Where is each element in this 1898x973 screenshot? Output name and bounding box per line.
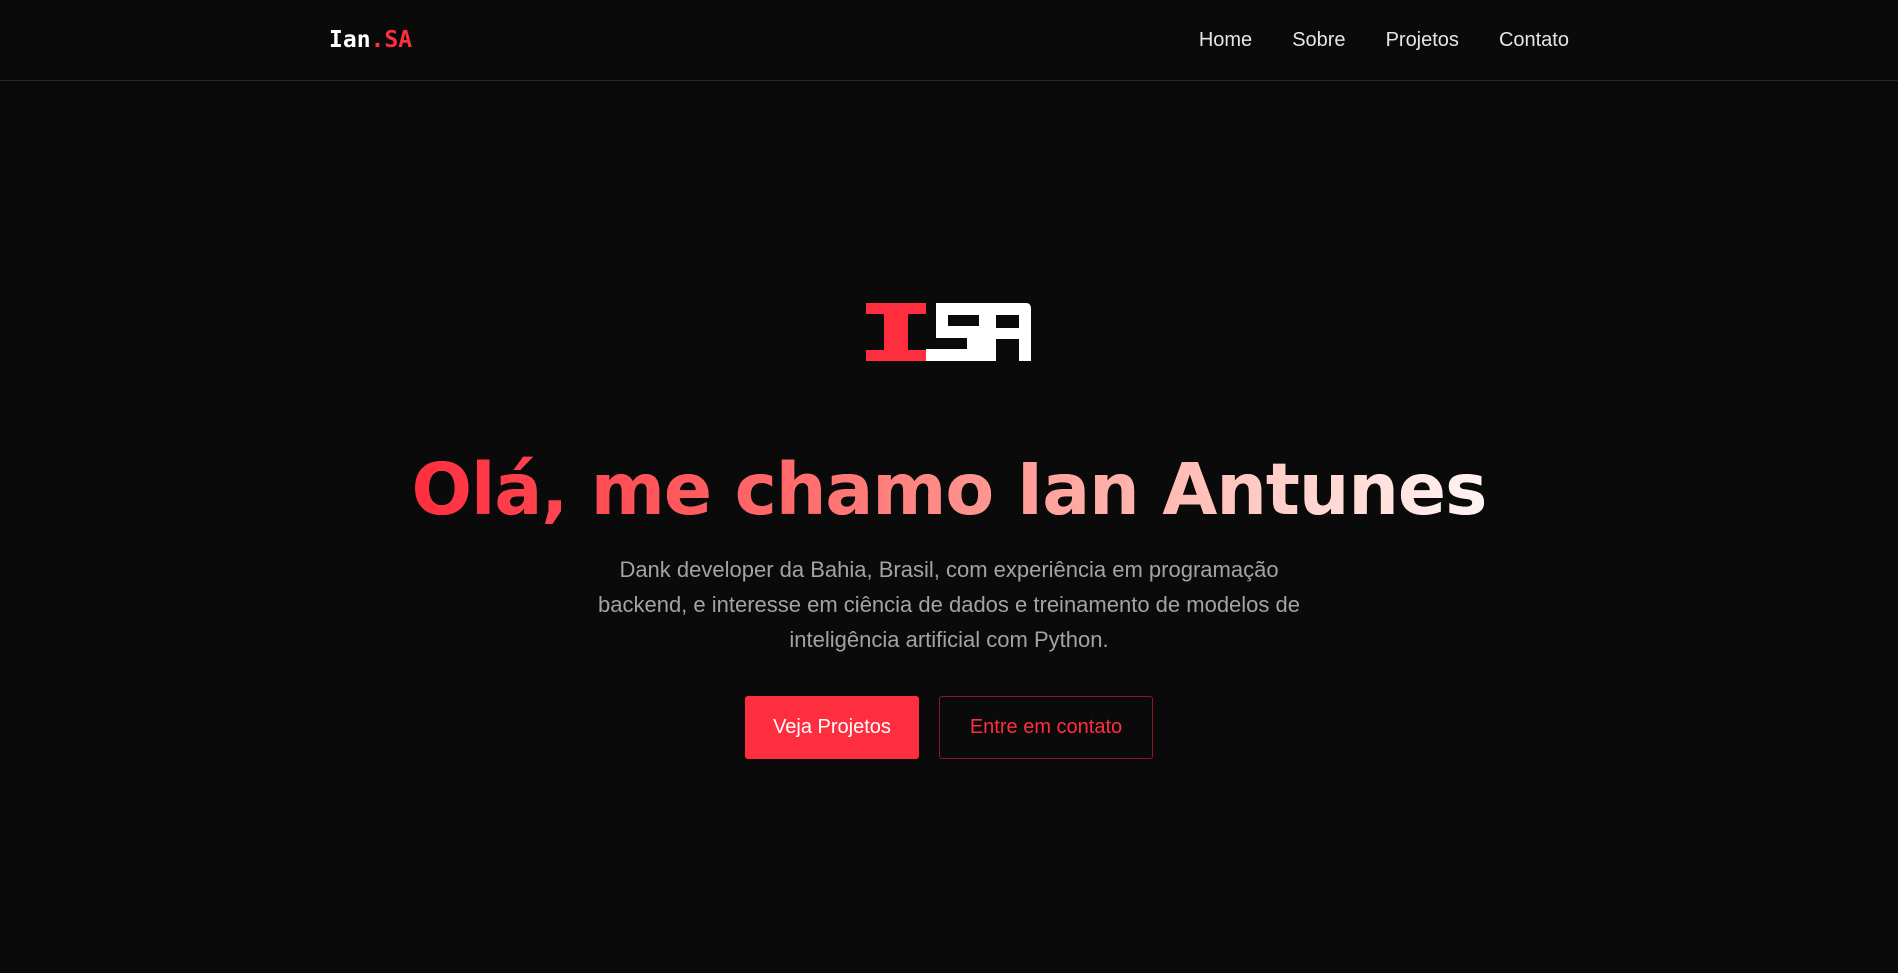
isa-logo bbox=[866, 303, 1031, 361]
nav-link-sobre[interactable]: Sobre bbox=[1292, 29, 1345, 52]
contact-button[interactable]: Entre em contato bbox=[939, 696, 1153, 759]
nav-link-projetos[interactable]: Projetos bbox=[1386, 29, 1459, 52]
hero-title-text: Olá, me chamo Ian Antunes bbox=[412, 445, 1488, 535]
main-nav: Home Sobre Projetos Contato bbox=[1199, 29, 1569, 52]
hero-title: Olá, me chamo Ian Antunes bbox=[0, 445, 1898, 535]
brand-logo[interactable]: Ian.SA bbox=[329, 27, 412, 53]
brand-prefix: Ian bbox=[329, 27, 371, 53]
nav-link-home[interactable]: Home bbox=[1199, 29, 1252, 52]
brand-dot: . bbox=[370, 27, 385, 53]
site-header: Ian.SA Home Sobre Projetos Contato bbox=[0, 0, 1898, 81]
brand-suffix: SA bbox=[384, 27, 413, 53]
hero-description: Dank developer da Bahia, Brasil, com exp… bbox=[598, 557, 1300, 652]
nav-link-contato[interactable]: Contato bbox=[1499, 29, 1569, 52]
view-projects-button[interactable]: Veja Projetos bbox=[745, 696, 919, 759]
